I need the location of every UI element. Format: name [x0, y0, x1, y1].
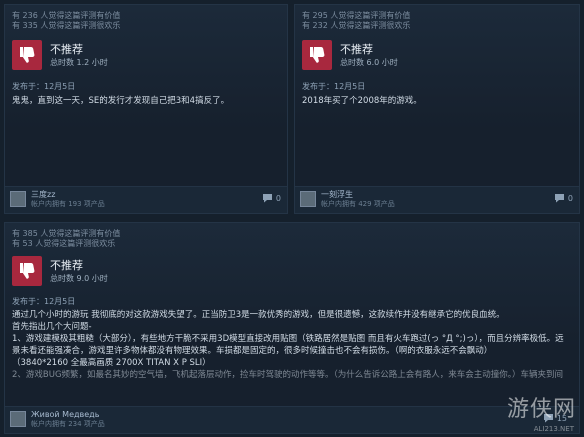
review-footer: 三度zz 帐户内拥有 193 项产品 0 [5, 186, 287, 213]
avatar[interactable] [300, 191, 316, 207]
helpful-count: 有 385 人觉得这篇评测有价值 [12, 229, 121, 238]
review-line: 2、游戏BUG频繁，如最名其妙的空气墙，飞机起落层动作，捡车时驾驶的动作等等。（… [12, 370, 564, 380]
comment-bubble-icon [262, 194, 272, 203]
funny-count: 有 335 人觉得这篇评测很欢乐 [12, 21, 121, 30]
avatar[interactable] [10, 411, 26, 427]
verdict-block[interactable]: 不推荐 总时数 9.0 小时 [12, 256, 108, 286]
helpful-count: 有 236 人觉得这篇评测有价值 [12, 11, 121, 20]
funny-count: 有 53 人觉得这篇评测很欢乐 [12, 239, 116, 248]
verdict-label: 不推荐 [50, 258, 83, 272]
user-name[interactable]: 三度zz [31, 190, 55, 200]
hours-played: 总时数 1.2 小时 [50, 57, 108, 67]
review-footer: Живой Медведь 帐户内拥有 234 项产品 15 [5, 406, 579, 433]
comment-count: 0 [275, 193, 281, 203]
review-text: 鬼鬼，直到这一天，SE的发行才发现自己把3和4搞反了。 [12, 96, 230, 106]
review-card: 有 236 人觉得这篇评测有价值 有 335 人觉得这篇评测很欢乐 不推荐 总时… [4, 4, 288, 214]
review-line: 首先指出几个大问题- [12, 322, 92, 332]
review-line: （3840*2160 全最高画质 2700X TITAN X P SLI） [12, 358, 211, 368]
helpful-count: 有 295 人觉得这篇评测有价值 [302, 11, 411, 20]
posted-date: 发布于：12月5日 [12, 82, 76, 91]
user-products: 帐户内拥有 193 项产品 [31, 200, 105, 208]
watermark-title: 游侠网 [506, 397, 576, 422]
watermark-sub: ALI213.NET [533, 425, 574, 433]
comment-button[interactable]: 0 [554, 193, 573, 203]
thumb-down-icon [12, 40, 42, 70]
hours-played: 总时数 6.0 小时 [340, 57, 398, 67]
review-text: 通过几个小时的游玩 我彻底的对这款游戏失望了。正当防卫3是一款优秀的游戏，但是很… [12, 309, 577, 409]
review-line: 1、游戏建模极其粗糙（大部分），有些地方干脆不采用3D模型直接改用贴图（铁路居然… [12, 334, 564, 344]
verdict-block[interactable]: 不推荐 总时数 6.0 小时 [302, 40, 398, 70]
review-card: 有 385 人觉得这篇评测有价值 有 53 人觉得这篇评测很欢乐 不推荐 总时数… [4, 222, 580, 434]
review-card: 有 295 人觉得这篇评测有价值 有 232 人觉得这篇评测很欢乐 不推荐 总时… [294, 4, 580, 214]
user-products: 帐户内拥有 429 项产品 [321, 200, 395, 208]
verdict-label: 不推荐 [340, 42, 373, 56]
hours-played: 总时数 9.0 小时 [50, 273, 108, 283]
funny-count: 有 232 人觉得这篇评测很欢乐 [302, 21, 411, 30]
review-line: 景未看还能强凑合，游戏里许多物体都没有物理效果。车损都是固定的，很多时候撞击也不… [12, 346, 493, 356]
user-name[interactable]: Живой Медведь [31, 410, 99, 420]
comment-bubble-icon [554, 194, 564, 203]
avatar[interactable] [10, 191, 26, 207]
review-line: 通过几个小时的游玩 我彻底的对这款游戏失望了。正当防卫3是一款优秀的游戏，但是很… [12, 310, 505, 320]
user-products: 帐户内拥有 234 项产品 [31, 420, 105, 428]
posted-date: 发布于：12月5日 [12, 297, 76, 306]
review-text: 2018年买了个2008年的游戏。 [302, 96, 422, 106]
posted-date: 发布于：12月5日 [302, 82, 366, 91]
thumb-down-icon [12, 256, 42, 286]
user-name[interactable]: 一刻浮生 [321, 190, 353, 200]
comment-count: 0 [567, 193, 573, 203]
thumb-down-icon [302, 40, 332, 70]
verdict-block[interactable]: 不推荐 总时数 1.2 小时 [12, 40, 108, 70]
verdict-label: 不推荐 [50, 42, 83, 56]
comment-button[interactable]: 0 [262, 193, 281, 203]
review-footer: 一刻浮生 帐户内拥有 429 项产品 0 [295, 186, 579, 213]
